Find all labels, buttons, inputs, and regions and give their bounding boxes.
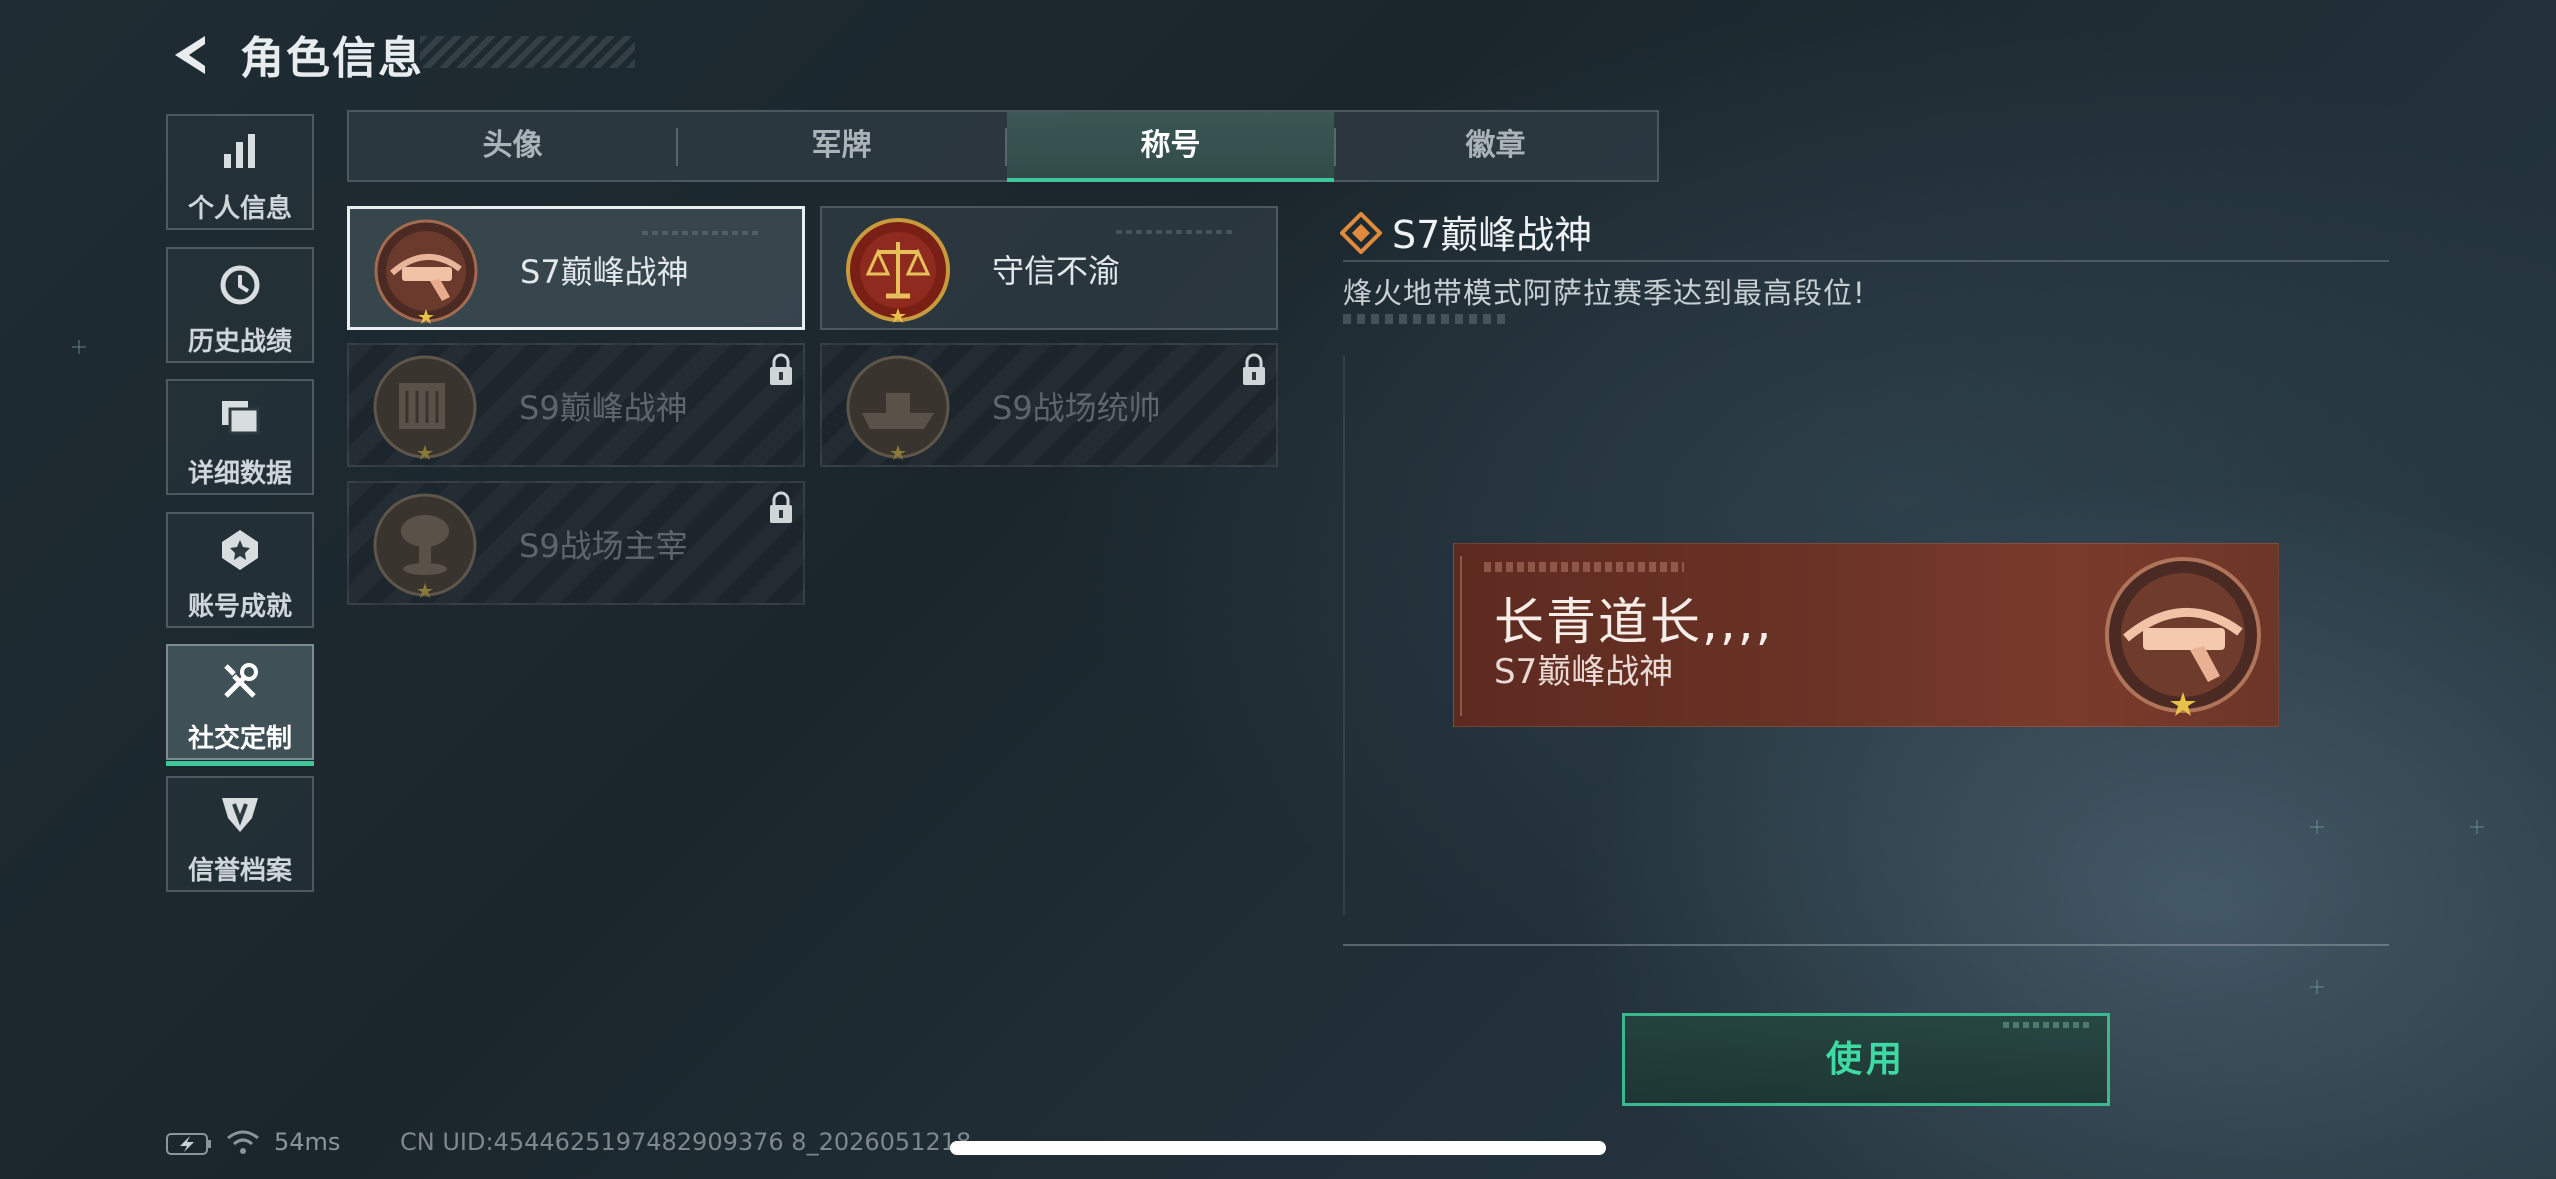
sidebar-item-label: 账号成就	[187, 592, 292, 622]
crossbow-emblem-icon	[374, 219, 478, 324]
tools-wrench-icon	[168, 660, 312, 704]
sidebar-item-label: 信誉档案	[187, 856, 292, 886]
title-description: 烽火地带模式阿萨拉赛季达到最高段位!	[1343, 276, 1866, 310]
sidebar-item-detailed-data[interactable]: 详细数据	[166, 379, 314, 495]
tab-avatar[interactable]: 头像	[349, 112, 676, 180]
sidebar-item-social-custom[interactable]: 社交定制	[166, 644, 314, 766]
warship-emblem-icon	[846, 355, 950, 460]
category-tabs: 头像 军牌 称号 徽章	[347, 110, 1659, 182]
title-card-s7-peak[interactable]: S7巅峰战神	[347, 206, 805, 330]
title-card-trustworthy[interactable]: 守信不渝	[820, 206, 1278, 330]
title-card-s9-peak[interactable]: S9巅峰战神	[347, 343, 805, 467]
card-decoration	[642, 231, 762, 235]
sidebar-item-history[interactable]: 历史战绩	[166, 247, 314, 363]
selected-title-name: S7巅峰战神	[1392, 213, 1593, 257]
use-title-button[interactable]: 使用	[1622, 1013, 2110, 1106]
sidebar-item-personal-info[interactable]: 个人信息	[166, 114, 314, 230]
lock-icon	[770, 353, 792, 385]
divider	[1343, 260, 2389, 262]
title-name: S9战场统帅	[992, 389, 1161, 427]
card-decoration	[1116, 230, 1236, 234]
tab-dog-tag[interactable]: 军牌	[678, 112, 1005, 180]
credit-shield-icon	[168, 792, 312, 836]
lock-icon	[770, 491, 792, 523]
page-title: 角色信息	[240, 33, 424, 84]
clock-history-icon	[168, 263, 312, 307]
sidebar-item-label: 详细数据	[187, 459, 292, 489]
sidebar-item-label: 社交定制	[187, 724, 292, 754]
wifi-icon	[227, 1130, 259, 1154]
preview-title: S7巅峰战神	[1494, 652, 1674, 692]
user-uid: CN UID:4544625197482909376 8_2026051218	[400, 1128, 972, 1156]
tab-badge[interactable]: 徽章	[1332, 112, 1659, 180]
banner-glyph-decoration	[1484, 562, 1684, 572]
achievement-medal-icon	[168, 528, 312, 572]
building-emblem-icon	[373, 355, 477, 460]
title-name: S9巅峰战神	[519, 389, 688, 427]
battery-charging-icon	[166, 1133, 211, 1155]
button-decoration	[2003, 1022, 2093, 1028]
decor-cross	[72, 340, 86, 354]
divider	[1343, 944, 2389, 946]
use-button-label: 使用	[1825, 1039, 1906, 1080]
crossbow-emblem-icon	[2105, 557, 2261, 716]
description-decoration	[1343, 314, 1508, 324]
tab-title[interactable]: 称号	[1007, 112, 1334, 182]
title-name: S7巅峰战神	[520, 253, 689, 291]
banner-corner-decoration	[1460, 556, 1472, 716]
back-arrow-icon[interactable]	[165, 30, 215, 80]
home-indicator[interactable]	[950, 1141, 1606, 1155]
sidebar-item-credit[interactable]: 信誉档案	[166, 776, 314, 892]
frame-line	[1343, 355, 1345, 915]
decor-cross	[2470, 820, 2484, 834]
sidebar-item-label: 历史战绩	[187, 327, 292, 357]
sidebar-item-label: 个人信息	[187, 194, 292, 224]
title-name: 守信不渝	[992, 252, 1121, 290]
sidebar-item-achievements[interactable]: 账号成就	[166, 512, 314, 628]
title-card-s9-dominator[interactable]: S9战场主宰	[347, 481, 805, 605]
scales-emblem-icon	[846, 218, 950, 323]
title-preview-banner: 长青道长,,,, S7巅峰战神	[1453, 543, 2279, 727]
bar-chart-icon	[168, 130, 312, 174]
folder-data-icon	[168, 395, 312, 439]
title-card-s9-commander[interactable]: S9战场统帅	[820, 343, 1278, 467]
title-decoration	[420, 36, 635, 68]
decor-cross	[2310, 820, 2324, 834]
decor-cross	[2310, 980, 2324, 994]
mushroom-cloud-emblem-icon	[373, 493, 477, 598]
title-name: S9战场主宰	[519, 527, 688, 565]
diamond-emblem-icon	[1340, 212, 1382, 254]
ping-value: 54ms	[274, 1128, 341, 1156]
lock-icon	[1243, 353, 1265, 385]
